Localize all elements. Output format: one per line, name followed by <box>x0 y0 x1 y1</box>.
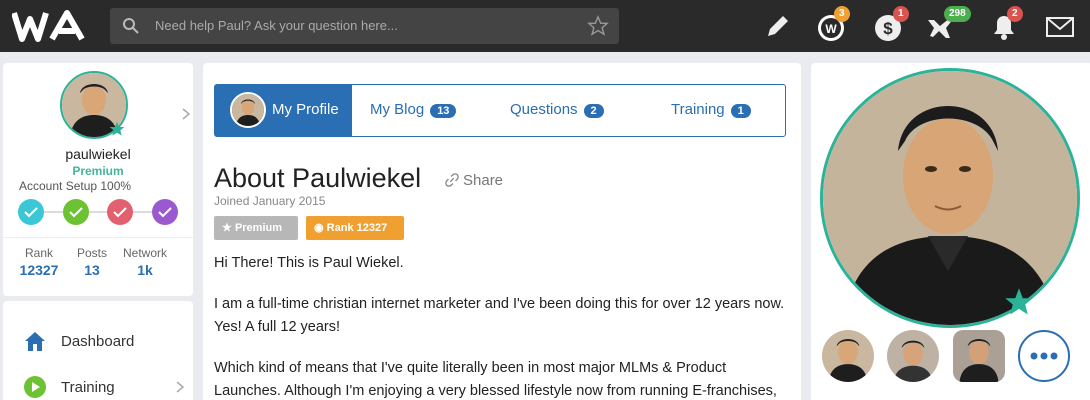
share-label: Share <box>463 172 504 189</box>
star-badge-icon <box>109 121 125 136</box>
photo-thumbnail-1[interactable] <box>822 330 874 382</box>
plane-badge: 298 <box>944 6 971 22</box>
share-button[interactable]: Share <box>445 172 503 189</box>
username[interactable]: paulwiekel <box>3 146 193 162</box>
rank-badge[interactable]: ◉ Rank 12327 <box>306 216 404 240</box>
stat-posts-label: Posts <box>76 246 107 260</box>
plane-notifications[interactable]: 298 <box>924 6 984 42</box>
sidebar-nav: Dashboard Training <box>3 301 193 400</box>
tab-avatar <box>230 92 266 128</box>
check-icon <box>24 207 38 218</box>
star-icon: ★ <box>222 222 232 234</box>
stat-rank-label: Rank <box>24 246 53 260</box>
stat-network-label: Network <box>122 246 167 260</box>
play-icon <box>24 376 46 398</box>
check-icon <box>158 207 172 218</box>
link-icon <box>445 173 459 187</box>
search-bar[interactable]: Need help Paul? Ask your question here..… <box>110 8 619 44</box>
more-photos-button[interactable] <box>1018 330 1070 382</box>
membership-label: Premium <box>72 164 124 178</box>
account-setup-status: Account Setup 100% <box>19 179 132 193</box>
page-title: About Paulwiekel <box>214 163 422 193</box>
premium-badge-label: Premium <box>234 222 283 234</box>
sidebar-item-training[interactable]: Training <box>3 367 193 400</box>
thumbnail-image <box>953 330 1005 382</box>
setup-step-3-check[interactable] <box>107 199 133 225</box>
tab-label: My Blog <box>370 101 425 118</box>
svg-text:$: $ <box>883 19 893 38</box>
joined-date: Joined January 2015 <box>214 194 326 208</box>
svg-text:W: W <box>825 22 837 36</box>
thumbnail-image <box>887 330 939 382</box>
target-icon: ◉ <box>314 222 324 234</box>
tab-count: 2 <box>583 104 604 118</box>
bell-notifications[interactable]: 2 <box>988 6 1023 42</box>
sidebar-item-label: Dashboard <box>61 333 135 350</box>
photo-thumbnail-2[interactable] <box>887 330 939 382</box>
sidebar-item-label: Training <box>61 379 115 396</box>
top-bar: Need help Paul? Ask your question here..… <box>0 0 1090 52</box>
divider <box>3 237 193 238</box>
profile-tabs: My Profile My Blog 13 Questions 2 Training… <box>214 84 786 137</box>
wa-badge: 3 <box>834 6 850 22</box>
tab-my-profile[interactable]: My Profile <box>215 85 352 136</box>
tab-label: Training <box>671 101 725 118</box>
tab-count: 1 <box>730 104 751 118</box>
star-icon[interactable] <box>587 15 609 37</box>
star-badge-icon <box>1005 288 1033 315</box>
more-dots-icon <box>1030 352 1058 360</box>
setup-step-1-check[interactable] <box>18 199 44 225</box>
stat-posts-value[interactable]: 13 <box>67 262 117 278</box>
setup-step-2-check[interactable] <box>63 199 89 225</box>
stat-network-value[interactable]: 1k <box>120 262 170 278</box>
profile-main-card: My Profile My Blog 13 Questions 2 Training… <box>203 63 801 400</box>
sidebar-item-dashboard[interactable]: Dashboard <box>3 321 193 361</box>
profile-photo-card <box>811 63 1090 400</box>
about-paragraph-1: Hi There! This is Paul Wiekel. <box>214 255 404 271</box>
wa-notifications[interactable]: W 3 <box>816 6 850 42</box>
search-icon <box>123 18 139 34</box>
chevron-right-icon[interactable] <box>181 107 191 121</box>
money-notifications[interactable]: $ 1 <box>874 6 909 42</box>
stat-rank-value[interactable]: 12327 <box>14 262 64 278</box>
about-paragraph-3: Which kind of means that I've quite lite… <box>214 360 777 399</box>
check-icon <box>113 207 127 218</box>
chevron-right-icon <box>176 381 185 393</box>
tab-training[interactable]: Training 1 <box>671 101 751 118</box>
wa-logo[interactable] <box>12 9 94 43</box>
photo-thumbnail-3[interactable] <box>953 330 1005 382</box>
tab-my-blog[interactable]: My Blog 13 <box>370 101 457 118</box>
search-input[interactable]: Need help Paul? Ask your question here..… <box>155 18 398 33</box>
about-paragraph-2: I am a full-time christian internet mark… <box>214 296 785 335</box>
tab-count: 13 <box>430 104 457 118</box>
pencil-icon[interactable] <box>762 10 792 42</box>
rank-badge-label: Rank 12327 <box>326 222 388 234</box>
money-badge: 1 <box>893 6 909 22</box>
home-icon <box>25 332 45 351</box>
check-icon <box>69 207 83 218</box>
profile-summary-card: paulwiekel Premium Account Setup 100% Ra… <box>3 63 193 296</box>
tab-label: My Profile <box>272 101 339 118</box>
thumbnail-image <box>822 330 874 382</box>
bell-badge: 2 <box>1007 6 1023 22</box>
setup-step-4-check[interactable] <box>152 199 178 225</box>
avatar-image <box>232 94 264 126</box>
premium-badge: ★ Premium <box>214 216 298 240</box>
tab-label: Questions <box>510 101 578 118</box>
tab-questions[interactable]: Questions 2 <box>510 101 604 118</box>
profile-photo[interactable] <box>820 68 1080 328</box>
profile-photo-image <box>823 71 1077 325</box>
mail-icon[interactable] <box>1046 10 1074 42</box>
